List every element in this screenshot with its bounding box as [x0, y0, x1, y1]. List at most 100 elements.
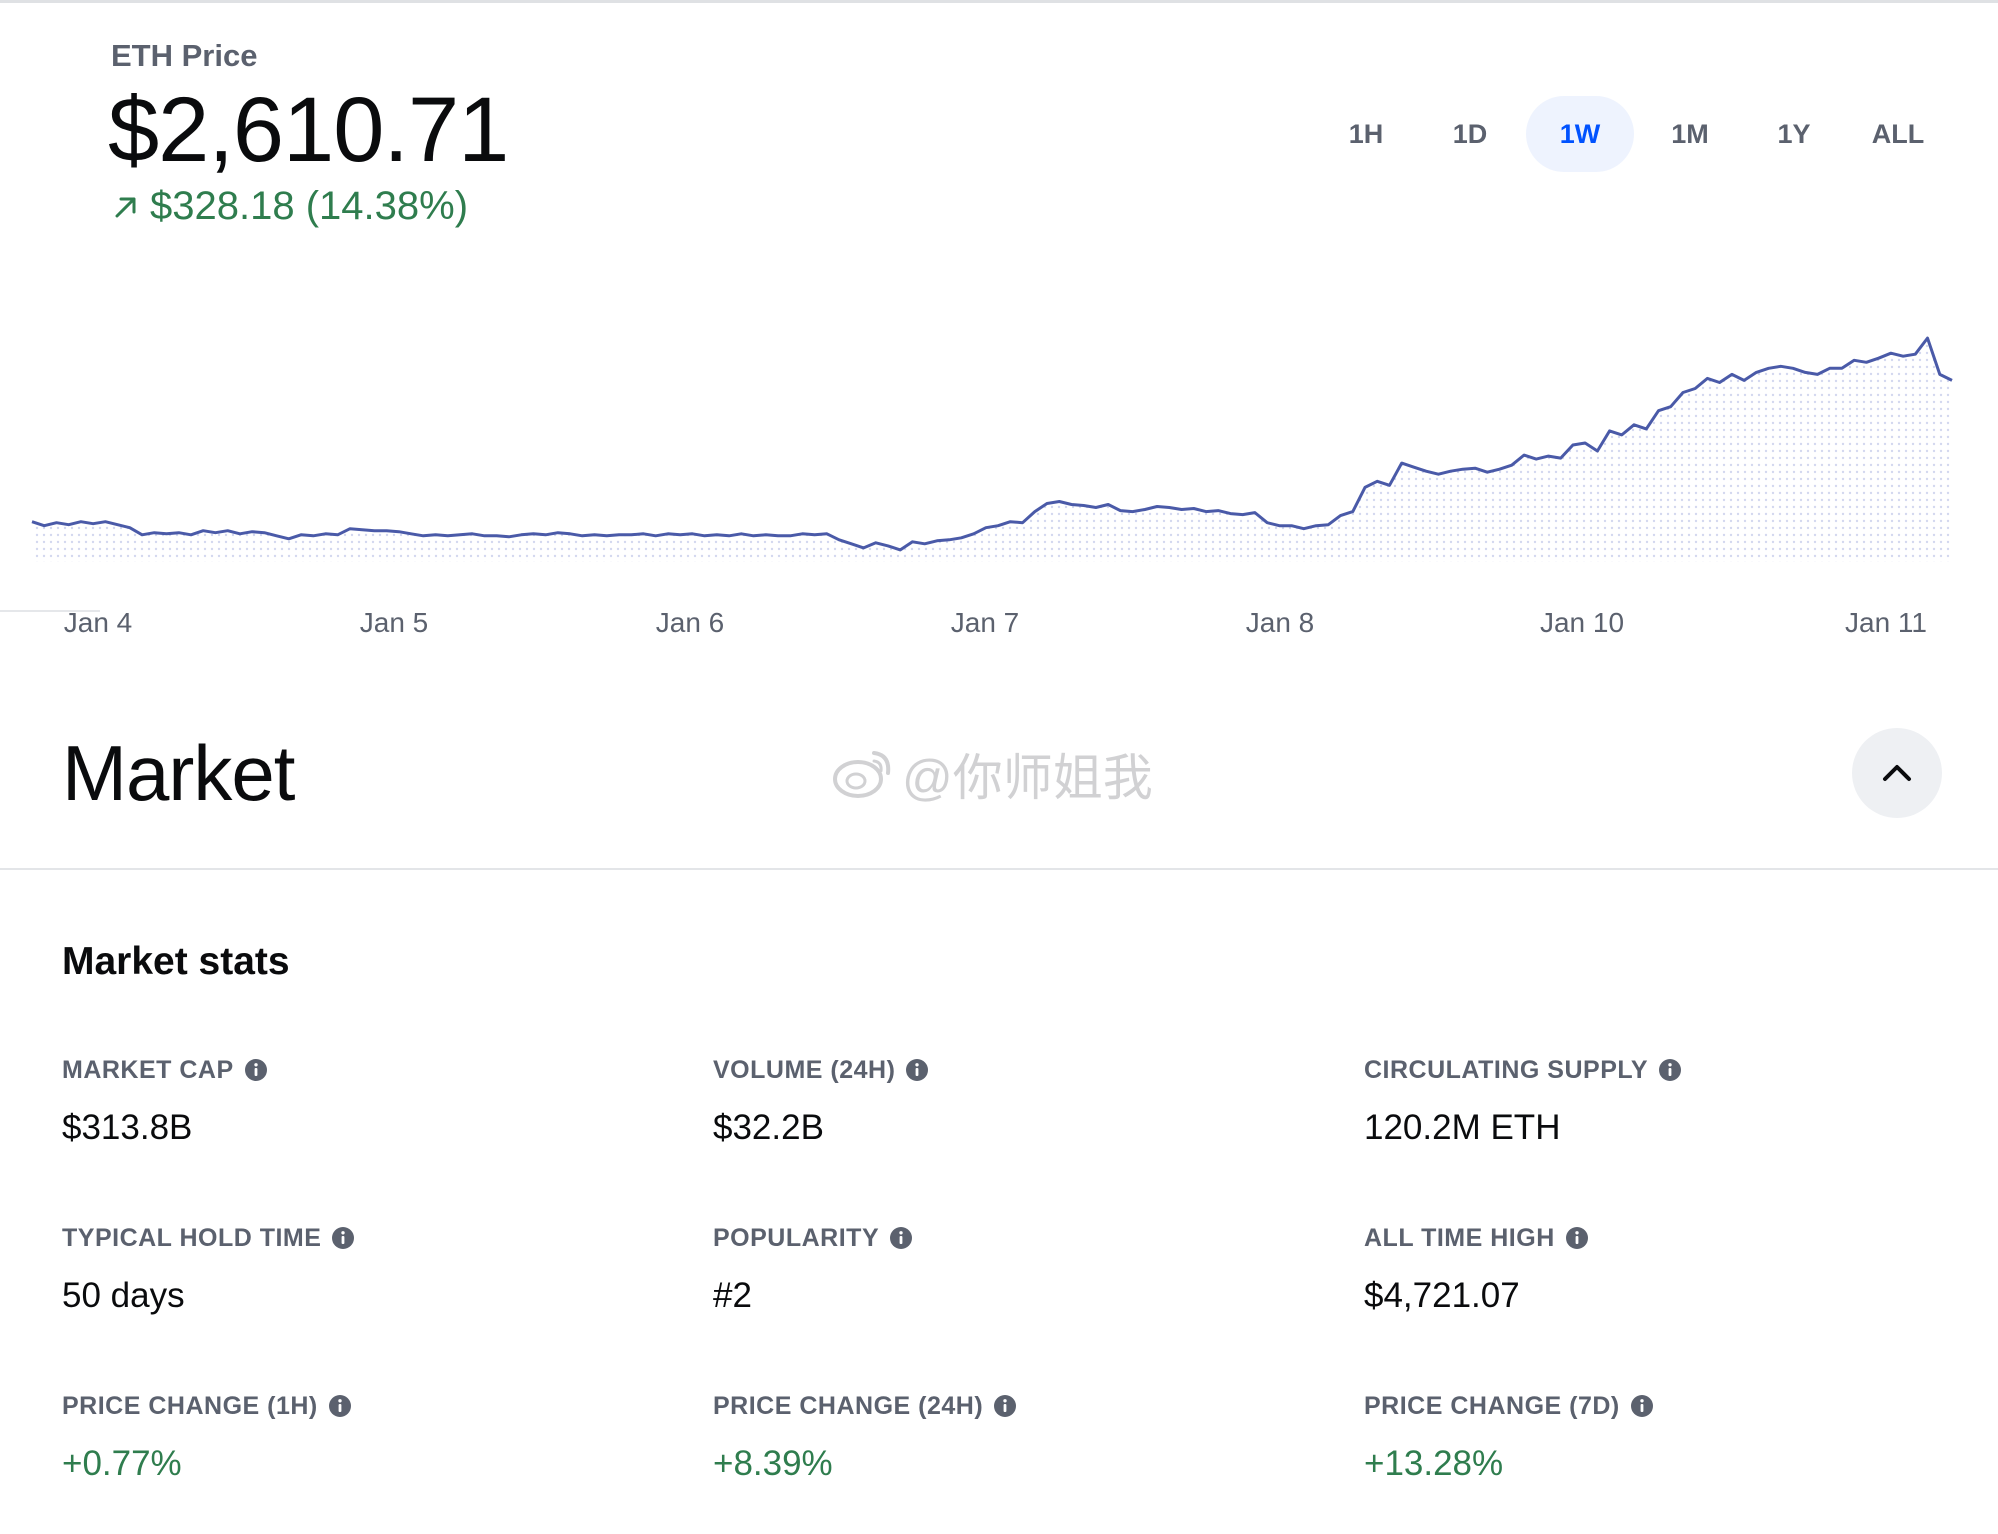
price-point [789, 535, 791, 537]
range-1h-button[interactable]: 1H [1318, 96, 1414, 172]
market-stats-title: Market stats [62, 940, 290, 983]
price-point [1156, 506, 1158, 508]
price-point [594, 534, 596, 536]
price-point [753, 535, 755, 537]
info-icon[interactable] [244, 1058, 268, 1082]
price-point [1340, 515, 1342, 517]
price-point [1829, 367, 1831, 369]
stat-item: PRICE CHANGE (24H) +8.39% [713, 1390, 1333, 1484]
info-icon[interactable] [1630, 1394, 1654, 1418]
price-point [484, 535, 486, 537]
price-point [655, 535, 657, 537]
price-point [1230, 513, 1232, 515]
stat-label-row: CIRCULATING SUPPLY [1364, 1054, 1984, 1086]
price-point [1181, 509, 1183, 511]
price-point [1352, 511, 1354, 513]
price-point [1792, 367, 1794, 369]
price-point [1474, 467, 1476, 469]
price-point [1034, 511, 1036, 513]
price-point [1303, 528, 1305, 530]
x-axis-label: Jan 5 [359, 607, 429, 638]
price-point [948, 539, 950, 541]
price-point [1058, 501, 1060, 503]
price-point [740, 533, 742, 535]
price-point [1596, 450, 1598, 452]
price-point [129, 527, 131, 529]
stat-value: +8.39% [713, 1444, 833, 1483]
range-1y-button[interactable]: 1Y [1746, 96, 1842, 172]
price-point [68, 524, 70, 526]
price-point [936, 540, 938, 542]
info-icon[interactable] [1658, 1058, 1682, 1082]
info-icon[interactable] [889, 1226, 913, 1250]
price-point [532, 533, 534, 535]
stat-item: PRICE CHANGE (7D) +13.28% [1364, 1390, 1984, 1484]
collapse-market-button[interactable] [1852, 728, 1942, 818]
price-point [679, 534, 681, 536]
price-point [80, 521, 82, 523]
price-chart-svg [31, 336, 1953, 562]
info-icon[interactable] [328, 1394, 352, 1418]
price-point [202, 530, 204, 532]
info-icon[interactable] [993, 1394, 1017, 1418]
price-point [214, 532, 216, 534]
range-all-button[interactable]: ALL [1850, 96, 1946, 172]
price-change: $328.18 (14.38%) [110, 184, 468, 229]
stat-value: $32.2B [713, 1108, 824, 1147]
info-icon[interactable] [905, 1058, 929, 1082]
price-area-fill [32, 338, 1952, 562]
price-point [630, 534, 632, 536]
info-icon[interactable] [1565, 1226, 1589, 1250]
price-point [1217, 510, 1219, 512]
price-point [1119, 510, 1121, 512]
price-point [398, 531, 400, 533]
price-point [728, 535, 730, 537]
price-point [1572, 444, 1574, 446]
price-point [704, 535, 706, 537]
price-point [300, 534, 302, 536]
stat-label-row: MARKET CAP [62, 1054, 682, 1086]
x-axis-label: Jan 10 [1539, 607, 1625, 638]
range-1d-button[interactable]: 1D [1422, 96, 1518, 172]
price-point [1535, 458, 1537, 460]
stat-label-row: POPULARITY [713, 1222, 1333, 1254]
price-point [545, 534, 547, 536]
price-point [263, 532, 265, 534]
price-point [1046, 503, 1048, 505]
price-point [691, 533, 693, 535]
price-point [1694, 388, 1696, 390]
watermark-text: @你师姐我 [902, 750, 1153, 806]
price-point [1376, 480, 1378, 482]
info-icon[interactable] [331, 1226, 355, 1250]
price-point [31, 521, 33, 523]
price-point [1083, 505, 1085, 507]
weibo-logo-icon [833, 751, 891, 798]
price-point [386, 530, 388, 532]
x-axis-labels: Jan 4 Jan 5 Jan 6 Jan 7 Jan 8 Jan 10 Jan 11 [0, 607, 1998, 647]
stat-value: #2 [713, 1276, 752, 1315]
stat-value: +13.28% [1364, 1444, 1504, 1483]
price-point [276, 535, 278, 537]
price-point [337, 534, 339, 536]
price-point [1755, 371, 1757, 373]
stat-label-row: PRICE CHANGE (7D) [1364, 1390, 1984, 1422]
price-point [1205, 511, 1207, 513]
price-chart[interactable] [0, 260, 1998, 660]
price-point [1804, 371, 1806, 373]
price-point [716, 534, 718, 536]
range-1m-button[interactable]: 1M [1642, 96, 1738, 172]
stat-label: MARKET CAP [62, 1055, 234, 1084]
price-point [1071, 504, 1073, 506]
range-1w-button[interactable]: 1W [1526, 96, 1634, 172]
asset-label: ETH Price [111, 38, 258, 73]
price-point [508, 536, 510, 538]
price-point [1927, 337, 1929, 339]
price-point [1853, 359, 1855, 361]
x-axis-label: Jan 11 [1845, 607, 1927, 638]
price-point [1865, 361, 1867, 363]
price-point [667, 533, 669, 535]
price-point [1719, 382, 1721, 384]
price-point [1278, 525, 1280, 527]
x-axis-label: Jan 7 [950, 607, 1020, 638]
stat-item: VOLUME (24H) $32.2B [713, 1054, 1333, 1148]
